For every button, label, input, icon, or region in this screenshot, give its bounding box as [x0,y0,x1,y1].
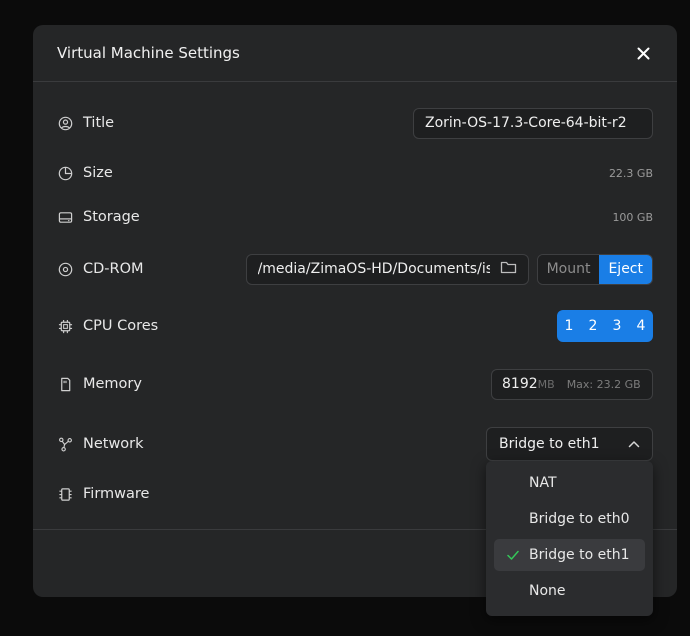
network-option-bridge-eth1[interactable]: Bridge to eth1 [494,539,645,571]
cdrom-row: CD-ROM /media/ZimaOS-HD/Documents/iso/Zo… [57,251,653,287]
storage-row: Storage 100 GB [57,199,653,235]
size-value: 22.3 GB [608,166,653,180]
storage-value: 100 GB [612,210,653,224]
network-icon [57,436,73,452]
pie-chart-icon [57,165,73,181]
close-icon [637,47,649,59]
dialog-header: Virtual Machine Settings [33,25,677,82]
network-selected-value: Bridge to eth1 [499,436,600,452]
memory-card-icon [57,376,73,392]
memory-max: Max: 23.2 GB [566,377,641,391]
hard-drive-icon [57,209,73,225]
network-option-bridge-eth0[interactable]: Bridge to eth0 [494,503,645,535]
storage-label: Storage [83,209,140,225]
title-label: Title [83,115,115,131]
title-row: Title Zorin-OS-17.3-Core-64-bit-r2 [57,105,653,141]
cpu-icon [57,318,73,334]
network-option-label: Bridge to eth0 [529,511,630,527]
network-select[interactable]: Bridge to eth1 [486,427,653,461]
firmware-label: Firmware [83,486,150,502]
network-option-nat[interactable]: NAT [494,467,645,499]
cdrom-label: CD-ROM [83,261,144,277]
size-row: Size 22.3 GB [57,155,653,191]
size-label: Size [83,165,113,181]
memory-value: 8192 [502,376,538,392]
title-input[interactable]: Zorin-OS-17.3-Core-64-bit-r2 [413,107,653,139]
network-option-label: NAT [529,475,557,491]
network-option-label: Bridge to eth1 [529,547,630,563]
cpu-row: CPU Cores 1 2 3 4 [57,308,653,344]
check-icon [507,550,519,560]
network-option-label: None [529,583,566,599]
cpu-core-option-4[interactable]: 4 [629,310,653,342]
chip-icon [57,486,73,502]
memory-unit: MB [537,377,555,391]
network-label: Network [83,436,144,452]
mount-button[interactable]: Mount [537,254,600,284]
network-dropdown-menu: NAT Bridge to eth0 Bridge to eth1 None [486,461,653,616]
cpu-cores-selector: 1 2 3 4 [557,310,653,342]
network-row: Network Bridge to eth1 [57,426,653,462]
cpu-label: CPU Cores [83,318,159,334]
memory-label: Memory [83,376,142,392]
cpu-core-option-2[interactable]: 2 [581,310,605,342]
memory-row: Memory 8192 MB Max: 23.2 GB [57,366,653,402]
cdrom-mount-eject-toggle: Mount Eject [536,253,653,285]
close-button[interactable] [633,43,653,63]
user-circle-icon [57,115,73,131]
disc-icon [57,261,73,277]
cpu-core-option-3[interactable]: 3 [605,310,629,342]
cdrom-path-text: /media/ZimaOS-HD/Documents/iso/Zorin-OS [257,261,490,277]
cdrom-path-input[interactable]: /media/ZimaOS-HD/Documents/iso/Zorin-OS [245,253,529,285]
folder-icon[interactable] [500,260,517,279]
network-option-none[interactable]: None [494,575,645,607]
eject-button[interactable]: Eject [599,254,652,284]
dialog-title: Virtual Machine Settings [57,44,240,62]
memory-input[interactable]: 8192 MB Max: 23.2 GB [491,368,653,400]
cpu-core-option-1[interactable]: 1 [557,310,581,342]
chevron-up-icon [628,441,640,448]
